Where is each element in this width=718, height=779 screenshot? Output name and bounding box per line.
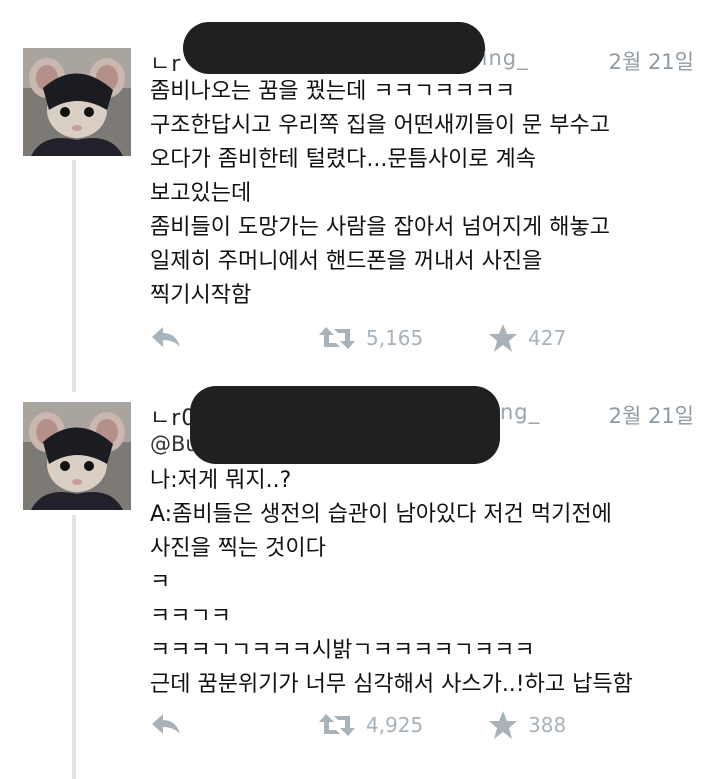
tweet-text: 좀비나오는 꿈을 꿨는데 ㅋㅋㄱㅋㅋㅋㅋ 구조한답시고 우리쪽 집을 어떤새끼들… [150, 79, 611, 308]
retweet-count: 4,925 [366, 713, 424, 737]
tweet-actions: 4,925 388 [150, 710, 710, 746]
star-icon [489, 711, 517, 739]
tweet-actions: 5,165 427 [150, 323, 710, 359]
display-name[interactable]: ㄴr ring_ [150, 46, 528, 78]
avatar-mouse-image [23, 48, 131, 156]
retweet-button[interactable]: 5,165 [318, 323, 423, 353]
reply-arrow-icon [152, 714, 180, 734]
redaction-bar [183, 22, 485, 74]
handle-start: ㄴr [150, 52, 182, 77]
reply-arrow-icon [152, 327, 180, 347]
retweet-count: 5,165 [366, 326, 424, 350]
tweet-text: 나:저게 뭐지..? A:좀비들은 생전의 습관이 남아있다 저건 먹기전에 사… [150, 468, 633, 697]
retweet-icon [319, 327, 355, 349]
reply-button[interactable] [150, 710, 182, 740]
tweet-2[interactable]: ㄴr0 ng_ @Burning_ 2월 21일 나:저게 뭐지..? A:좀비… [0, 380, 718, 779]
like-button[interactable]: 388 [488, 710, 566, 740]
avatar-mouse-image [23, 402, 131, 510]
tweet-date[interactable]: 2월 21일 [609, 400, 694, 430]
like-button[interactable]: 427 [488, 323, 566, 353]
avatar[interactable] [23, 402, 131, 510]
handle-end: ng_ [500, 400, 541, 424]
reply-button[interactable] [150, 323, 182, 353]
star-icon [489, 324, 517, 352]
like-count: 427 [528, 326, 567, 350]
redaction-bar [190, 386, 500, 464]
tweet-1[interactable]: ㄴr ring_ 2월 21일 좀비나오는 꿈을 꿨는데 ㅋㅋㄱㅋㅋㅋㅋ 구조한… [0, 0, 718, 380]
retweet-icon [319, 714, 355, 736]
avatar[interactable] [23, 48, 131, 156]
tweet-date[interactable]: 2월 21일 [609, 46, 694, 76]
like-count: 388 [528, 713, 567, 737]
retweet-button[interactable]: 4,925 [318, 710, 423, 740]
